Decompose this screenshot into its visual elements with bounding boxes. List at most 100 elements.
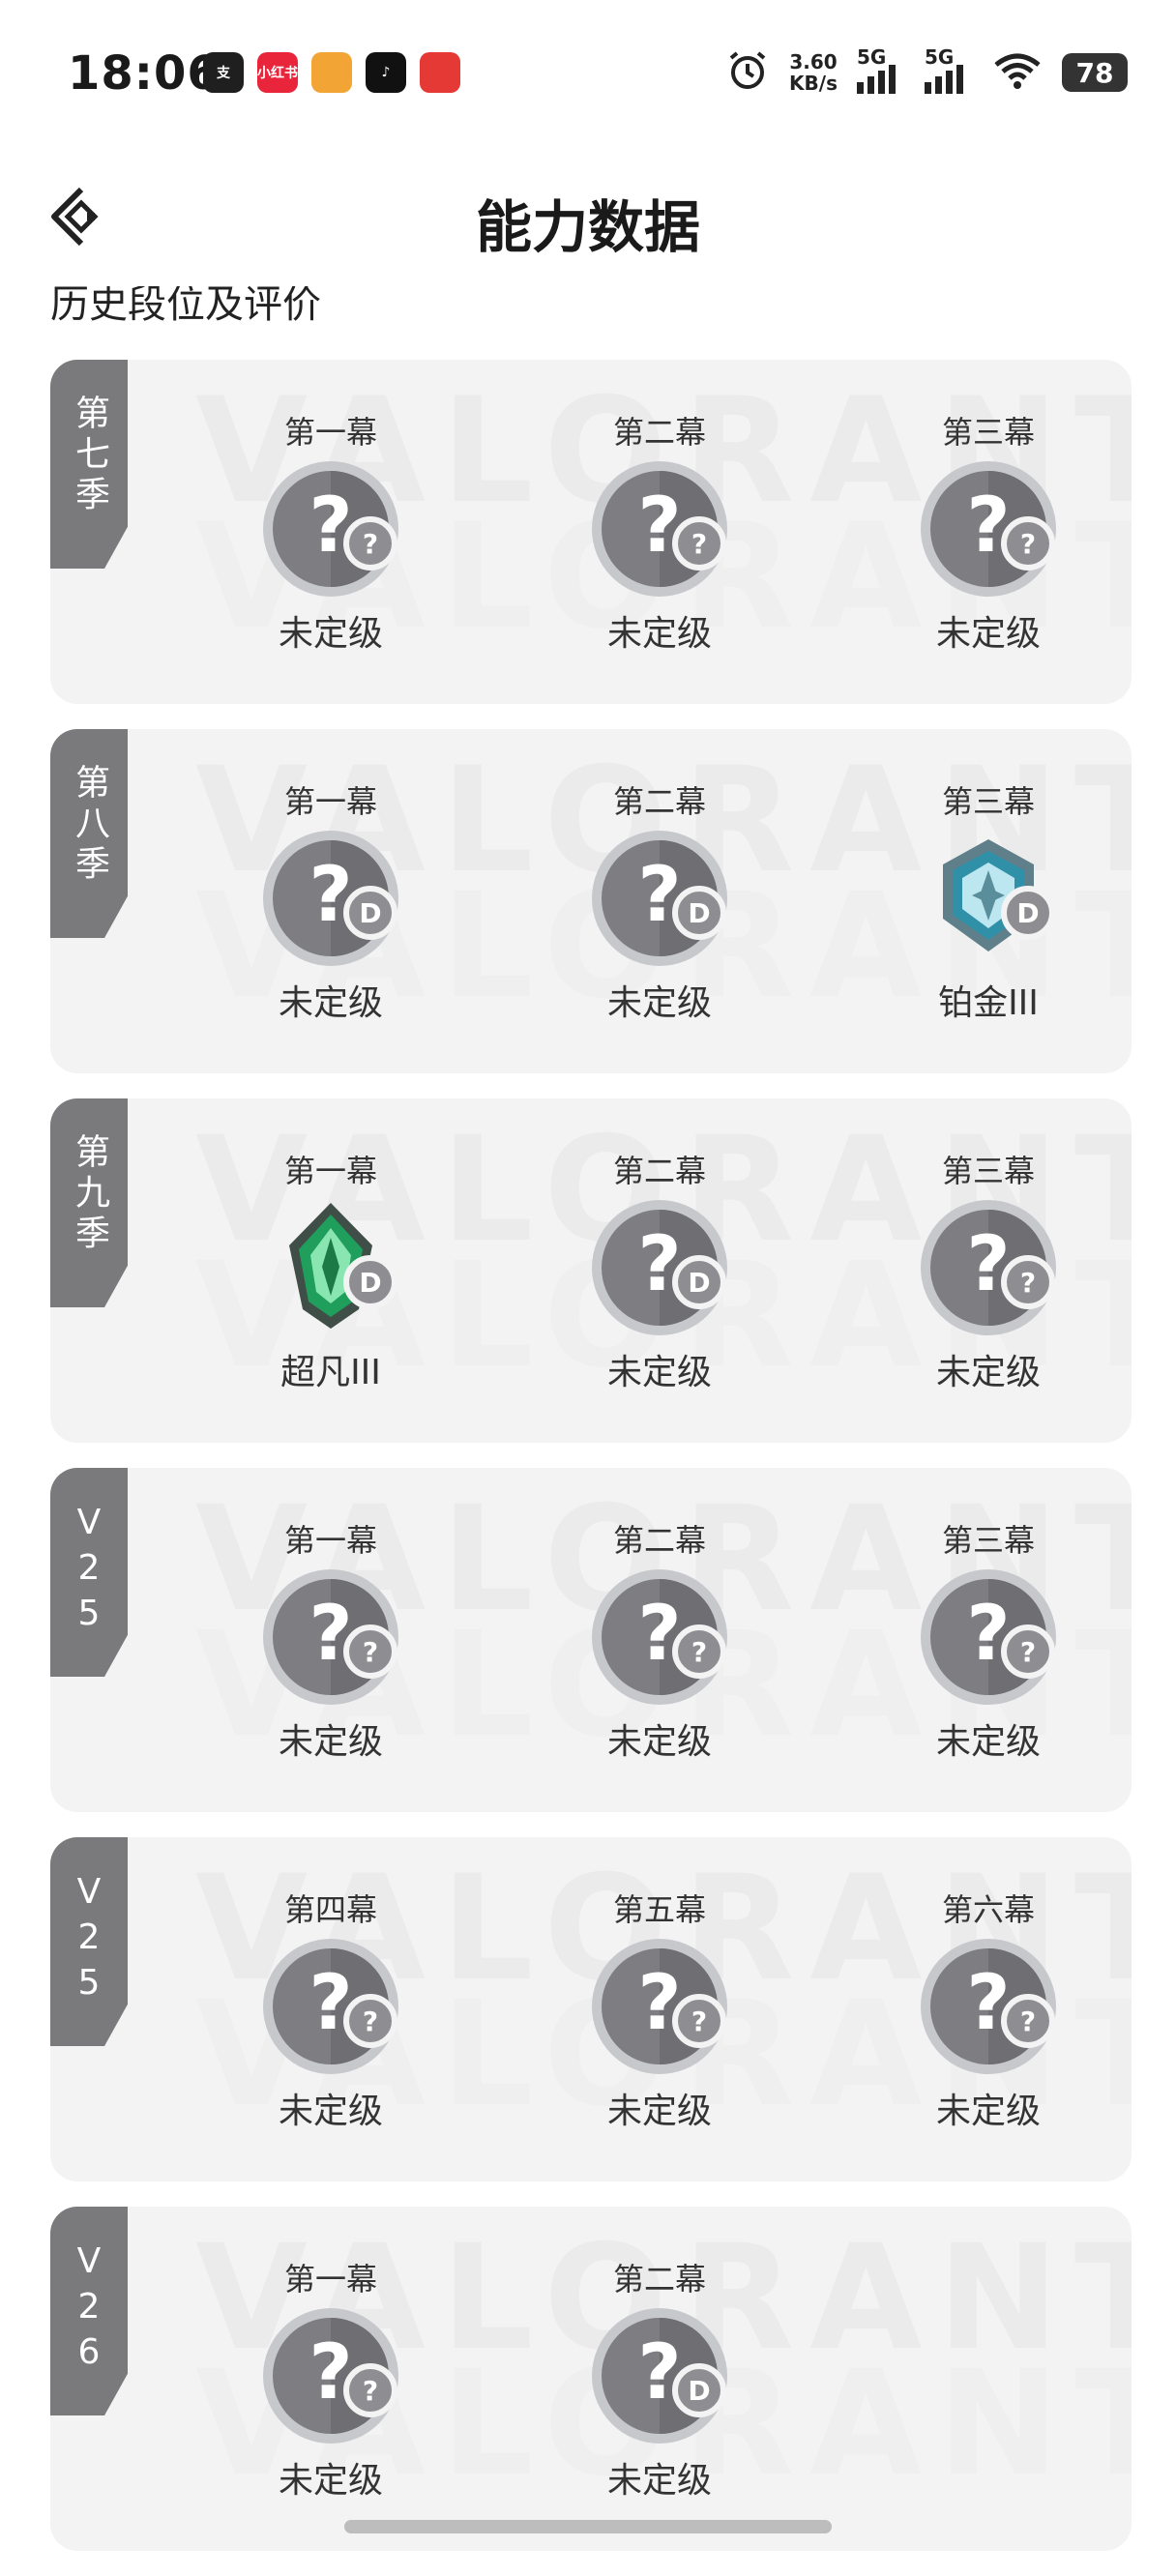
season-card: VALORANTVALORANT第七季第一幕??未定级第二幕??未定级第三幕??… [50, 360, 1132, 704]
act-item[interactable]: 第一幕?? 未定级 [166, 2255, 495, 2503]
question-badge-icon: ? [343, 2363, 397, 2417]
d-badge-icon: D [672, 886, 726, 940]
network-speed-unit: KB/s [789, 72, 838, 95]
question-badge-icon: ? [343, 1994, 397, 2048]
unranked-icon: ?? [916, 1565, 1061, 1710]
rank-name: 未定级 [935, 614, 1041, 654]
unranked-icon: ? D [587, 2303, 732, 2448]
rank-name: 未定级 [935, 1722, 1041, 1762]
battery-level: 78 [1075, 56, 1114, 89]
season-tag-label: 第七季 [70, 395, 109, 516]
season-tag-label: 第八季 [70, 764, 109, 886]
season-card: VALORANTVALORANT第八季第一幕?D未定级第二幕?D未定级第三幕D铂… [50, 729, 1132, 1073]
rank-name: 未定级 [606, 614, 712, 654]
season-card: VALORANTVALORANTV25第四幕??未定级第五幕??未定级第六幕??… [50, 1837, 1132, 2181]
d-badge-icon: D [343, 1255, 397, 1309]
season-list: VALORANTVALORANT第七季第一幕??未定级第二幕??未定级第三幕??… [50, 360, 1132, 2576]
rank-name: 未定级 [935, 2092, 1041, 2131]
xiaohongshu-icon: 小红书 [257, 52, 298, 93]
act-label: 第三幕 [941, 1153, 1035, 1189]
unranked-icon: ?? [258, 456, 403, 601]
act-item[interactable]: 第二幕 ? D 未定级 [495, 777, 824, 1025]
unranked-icon: ?? [587, 1934, 732, 2079]
rank-name: 未定级 [606, 983, 712, 1023]
act-label: 第一幕 [283, 2261, 377, 2298]
act-row: 第一幕?? 未定级 第二幕?? 未定级 第三幕?? 未定级 [166, 408, 1132, 656]
act-row: 第一幕 ? D 未定级 第二幕 ? D 未定级 第三幕 D 铂金III [166, 777, 1132, 1025]
unranked-icon: ?? [258, 1565, 403, 1710]
act-item[interactable]: 第二幕 ? D 未定级 [495, 2255, 824, 2503]
act-item[interactable]: 第六幕?? 未定级 [824, 1886, 1132, 2133]
network-speed-value: 3.60 [789, 50, 838, 73]
act-item[interactable]: 第一幕?? 未定级 [166, 408, 495, 656]
status-app-icons: 支小红书 ♪ [203, 52, 460, 93]
rank-name: 未定级 [278, 614, 383, 654]
act-label: 第三幕 [941, 783, 1035, 820]
question-badge-icon: ? [1001, 1994, 1055, 2048]
orange-app-icon [311, 52, 352, 93]
platinum-rank-icon: D [916, 826, 1061, 971]
act-label: 第六幕 [941, 1891, 1035, 1928]
act-label: 第一幕 [283, 783, 377, 820]
unranked-icon: ?? [587, 1565, 732, 1710]
act-label: 第二幕 [612, 1153, 706, 1189]
act-item[interactable]: 第三幕?? 未定级 [824, 1147, 1132, 1394]
act-item[interactable]: 第三幕?? 未定级 [824, 408, 1132, 656]
d-badge-icon: D [672, 1255, 726, 1309]
act-label: 第二幕 [612, 1522, 706, 1559]
act-label: 第五幕 [612, 1891, 706, 1928]
unranked-icon: ?? [916, 1195, 1061, 1340]
season-tag: 第八季 [50, 729, 128, 938]
d-badge-icon: D [672, 2363, 726, 2417]
season-tag: 第九季 [50, 1098, 128, 1307]
page-title: 能力数据 [475, 194, 700, 260]
status-indicators: 3.60 KB/s 5G 5G 78 [725, 45, 1128, 97]
season-tag-label: 第九季 [70, 1133, 109, 1255]
unranked-icon: ?? [587, 456, 732, 601]
season-tag-label: V25 [69, 1872, 109, 2008]
question-badge-icon: ? [343, 1625, 397, 1679]
act-label: 第一幕 [283, 1153, 377, 1189]
rank-name: 未定级 [278, 2461, 383, 2501]
act-item[interactable]: 第一幕?? 未定级 [166, 1516, 495, 1764]
act-label: 第三幕 [941, 1522, 1035, 1559]
act-item[interactable]: 第四幕?? 未定级 [166, 1886, 495, 2133]
d-badge-icon: D [1001, 886, 1055, 940]
act-row: 第一幕?? 未定级 第二幕?? 未定级 第三幕?? 未定级 [166, 1516, 1132, 1764]
alipay-icon: 支 [203, 52, 244, 93]
act-item[interactable]: 第三幕?? 未定级 [824, 1516, 1132, 1764]
act-item[interactable]: 第一幕 ? D 未定级 [166, 777, 495, 1025]
question-badge-icon: ? [672, 1994, 726, 2048]
act-label: 第二幕 [612, 414, 706, 451]
act-label: 第一幕 [283, 1522, 377, 1559]
douyin-icon: ♪ [366, 52, 406, 93]
rank-name: 未定级 [606, 1353, 712, 1392]
rank-name: 未定级 [278, 2092, 383, 2131]
d-badge-icon: D [343, 886, 397, 940]
act-label: 第二幕 [612, 783, 706, 820]
act-item[interactable]: 第二幕?? 未定级 [495, 408, 824, 656]
act-row: 第四幕?? 未定级 第五幕?? 未定级 第六幕?? 未定级 [166, 1886, 1132, 2133]
act-row: 第一幕 D 超凡III 第二幕? D 未定级 第三幕?? 未定级 [166, 1147, 1132, 1394]
act-item[interactable]: 第三幕 D 铂金III [824, 777, 1132, 1025]
act-row: 第一幕?? 未定级 第二幕? D 未定级 [166, 2255, 824, 2503]
act-item[interactable]: 第二幕?? 未定级 [495, 1516, 824, 1764]
question-badge-icon: ? [672, 1625, 726, 1679]
question-badge-icon: ? [343, 516, 397, 571]
act-item[interactable]: 第五幕?? 未定级 [495, 1886, 824, 2133]
season-tag-label: V26 [69, 2241, 109, 2378]
act-item[interactable]: 第一幕 D 超凡III [166, 1147, 495, 1394]
rank-name: 未定级 [606, 2092, 712, 2131]
season-tag: V26 [50, 2207, 128, 2415]
status-bar: 18:06 支小红书 ♪ 3.60 KB/s 5G 5G 78 [0, 0, 1176, 145]
season-card: VALORANTVALORANTV25第一幕??未定级第二幕??未定级第三幕??… [50, 1468, 1132, 1812]
unranked-icon: ?? [258, 2303, 403, 2448]
rank-name: 超凡III [280, 1353, 381, 1392]
red-app-icon [420, 52, 460, 93]
alarm-icon [725, 48, 770, 97]
season-tag: 第七季 [50, 360, 128, 569]
status-time: 18:06 [68, 46, 220, 101]
act-item[interactable]: 第二幕 ? D 未定级 [495, 1147, 824, 1394]
home-indicator[interactable] [344, 2520, 832, 2533]
rank-name: 未定级 [606, 2461, 712, 2501]
